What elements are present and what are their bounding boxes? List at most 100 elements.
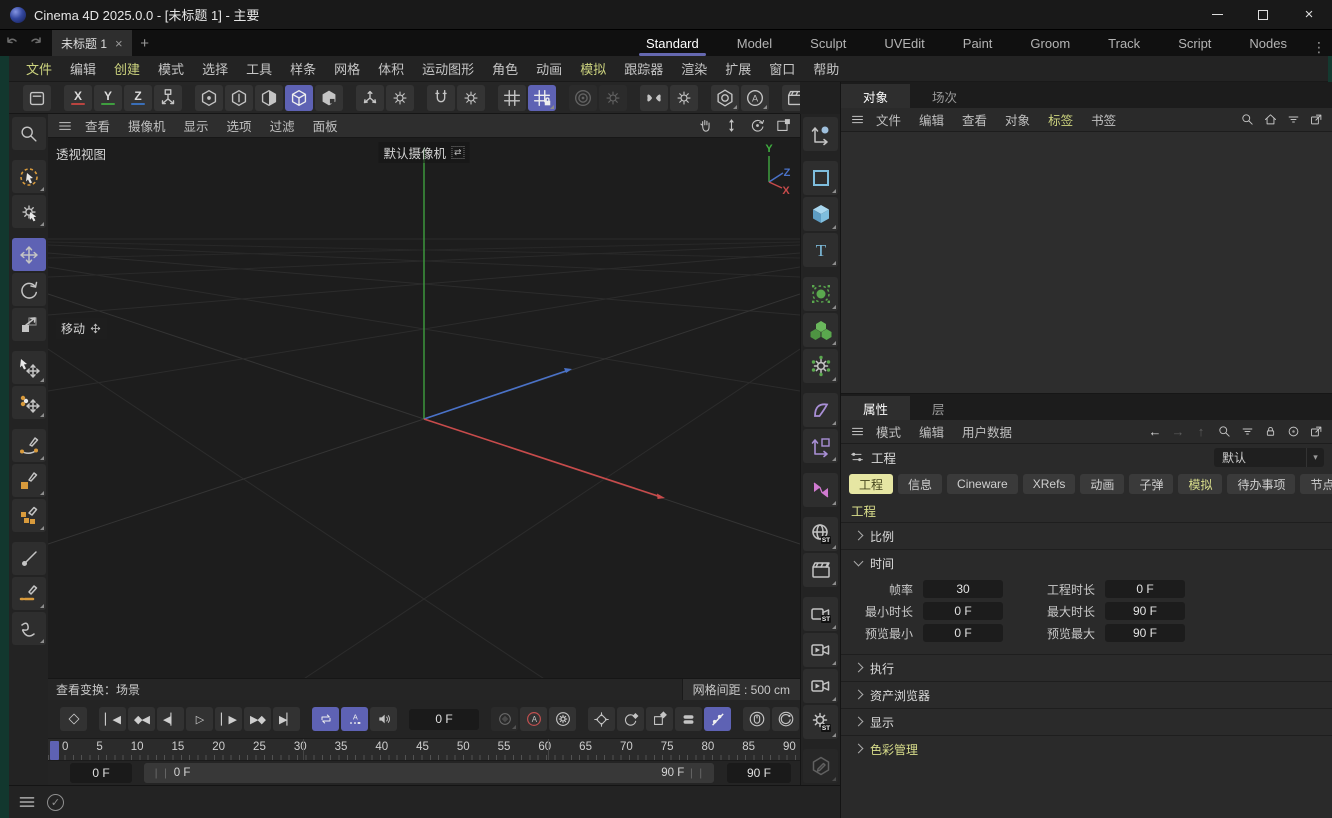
playhead[interactable] xyxy=(50,741,59,760)
om-menu-edit[interactable]: 编辑 xyxy=(910,110,953,129)
vp-menu-options[interactable]: 选项 xyxy=(218,116,261,135)
material-editor-button[interactable] xyxy=(803,749,838,783)
toggle-views-icon[interactable] xyxy=(772,116,794,136)
cat-tab-bullet[interactable]: 子弹 xyxy=(1129,474,1173,494)
section-execution-header[interactable]: 执行 xyxy=(841,655,1332,681)
play-button[interactable]: ▷ xyxy=(186,707,213,731)
model-mode-button[interactable] xyxy=(285,85,313,111)
cat-tab-todo[interactable]: 待办事项 xyxy=(1227,474,1295,494)
next-key-button[interactable]: ▶◆ xyxy=(244,707,271,731)
snap-magnet-button[interactable] xyxy=(427,85,455,111)
render-view-button[interactable] xyxy=(711,85,739,111)
redo-icon[interactable] xyxy=(24,30,48,56)
live-selection-tool[interactable] xyxy=(12,160,46,193)
at-menu-mode[interactable]: 模式 xyxy=(867,422,910,441)
new-document-button[interactable]: + xyxy=(132,30,158,56)
at-menu-edit[interactable]: 编辑 xyxy=(910,422,953,441)
menu-animate[interactable]: 动画 xyxy=(527,59,571,78)
minimize-button[interactable] xyxy=(1194,0,1240,30)
text-object-button[interactable]: T xyxy=(803,233,838,267)
om-menu-objects[interactable]: 对象 xyxy=(996,110,1039,129)
cat-tab-nodes[interactable]: 节点 xyxy=(1300,474,1332,494)
stage-object-button[interactable] xyxy=(803,553,838,587)
menu-extensions[interactable]: 扩展 xyxy=(716,59,760,78)
rotate-tool[interactable] xyxy=(12,273,46,306)
spline-primitive-button[interactable] xyxy=(803,161,838,195)
tab-attributes[interactable]: 属性 xyxy=(841,396,910,420)
dolly-view-icon[interactable] xyxy=(720,116,742,136)
render-settings-button[interactable]: A xyxy=(741,85,769,111)
workplane-button[interactable] xyxy=(154,85,182,111)
om-filter-icon[interactable] xyxy=(1283,110,1303,130)
section-color-management-header[interactable]: 色彩管理 xyxy=(841,736,1332,762)
sketch-tool[interactable] xyxy=(12,577,46,610)
autokey-button[interactable]: A xyxy=(520,707,547,731)
tweak-tool[interactable] xyxy=(12,195,46,228)
current-frame-field[interactable]: 0 F xyxy=(409,709,479,730)
layout-more-icon[interactable]: ⋮ xyxy=(1306,39,1332,56)
move-tool[interactable] xyxy=(12,238,46,271)
range-grip-left[interactable]: ❘❘ xyxy=(152,768,171,779)
polygons-mode-button[interactable] xyxy=(255,85,283,111)
light-object-button[interactable]: ST xyxy=(803,705,838,739)
volume-builder-button[interactable] xyxy=(803,313,838,347)
fps-field[interactable]: 30 xyxy=(923,580,1003,598)
symmetry-button[interactable] xyxy=(640,85,668,111)
range-grip-right[interactable]: ❘❘ xyxy=(687,768,706,779)
range-end-field[interactable]: 90 F xyxy=(727,763,791,783)
cat-tab-simulation[interactable]: 模拟 xyxy=(1178,474,1222,494)
menu-edit[interactable]: 编辑 xyxy=(61,59,105,78)
spline-smooth-tool[interactable] xyxy=(12,612,46,645)
x-axis-lock-button[interactable]: X xyxy=(64,85,92,111)
menu-mode[interactable]: 模式 xyxy=(149,59,193,78)
axis-modify-button[interactable] xyxy=(356,85,384,111)
layout-tab-script[interactable]: Script xyxy=(1159,30,1230,56)
axis-settings-button[interactable] xyxy=(386,85,414,111)
grid-button[interactable] xyxy=(498,85,526,111)
preview-range-slider[interactable]: ❘❘ 0 F 90 F ❘❘ xyxy=(144,763,714,783)
om-menu-tags[interactable]: 标签 xyxy=(1039,110,1082,129)
previous-key-button[interactable]: ◆◀ xyxy=(128,707,155,731)
layout-tab-track[interactable]: Track xyxy=(1089,30,1159,56)
maximize-button[interactable] xyxy=(1240,0,1286,30)
falloff-button[interactable] xyxy=(569,85,597,111)
next-frame-button[interactable]: ▏▶ xyxy=(215,707,242,731)
symmetry-settings-button[interactable] xyxy=(670,85,698,111)
spline-pen-tool[interactable] xyxy=(12,429,46,462)
record-position-button[interactable] xyxy=(588,707,615,731)
om-external-window-icon[interactable] xyxy=(1306,110,1326,130)
playback-mouse-options-button[interactable] xyxy=(743,707,770,731)
scale-tool[interactable] xyxy=(12,308,46,341)
grid-snap-lock-button[interactable] xyxy=(528,85,556,111)
menu-simulate[interactable]: 模拟 xyxy=(571,59,615,78)
rectangle-spline-tool[interactable] xyxy=(12,464,46,497)
cube-primitive-button[interactable] xyxy=(803,197,838,231)
section-asset-browser-header[interactable]: 资产浏览器 xyxy=(841,682,1332,708)
make-editable-button[interactable] xyxy=(23,85,51,111)
viewport-menu-icon[interactable] xyxy=(54,116,76,136)
history-forward-icon[interactable]: → xyxy=(1168,422,1188,442)
brush-tool[interactable] xyxy=(12,542,46,575)
edges-mode-button[interactable] xyxy=(225,85,253,111)
perspective-viewport[interactable]: 查看摄像机显示选项过滤面板 xyxy=(48,114,800,700)
section-display-header[interactable]: 显示 xyxy=(841,709,1332,735)
go-to-end-button[interactable]: ▶▏ xyxy=(273,707,300,731)
menu-tracker[interactable]: 跟踪器 xyxy=(615,59,672,78)
record-scale-button[interactable] xyxy=(646,707,673,731)
history-back-icon[interactable]: ← xyxy=(1145,422,1165,442)
render-active-view-button[interactable] xyxy=(782,85,800,111)
modeling-pen-tool[interactable] xyxy=(12,499,46,532)
layout-tab-sculpt[interactable]: Sculpt xyxy=(791,30,865,56)
record-point-level-button[interactable] xyxy=(704,707,731,731)
tab-takes[interactable]: 场次 xyxy=(910,84,979,108)
texture-mode-button[interactable] xyxy=(315,85,343,111)
om-menu-file[interactable]: 文件 xyxy=(867,110,910,129)
menu-mograph[interactable]: 运动图形 xyxy=(413,59,483,78)
falloff-settings-button[interactable] xyxy=(599,85,627,111)
record-rotation-button[interactable] xyxy=(617,707,644,731)
cat-tab-animation[interactable]: 动画 xyxy=(1080,474,1124,494)
cat-tab-info[interactable]: 信息 xyxy=(898,474,942,494)
null-object-button[interactable] xyxy=(803,117,838,151)
at-menu-userdata[interactable]: 用户数据 xyxy=(953,422,1021,441)
playback-rate-button[interactable] xyxy=(772,707,799,731)
